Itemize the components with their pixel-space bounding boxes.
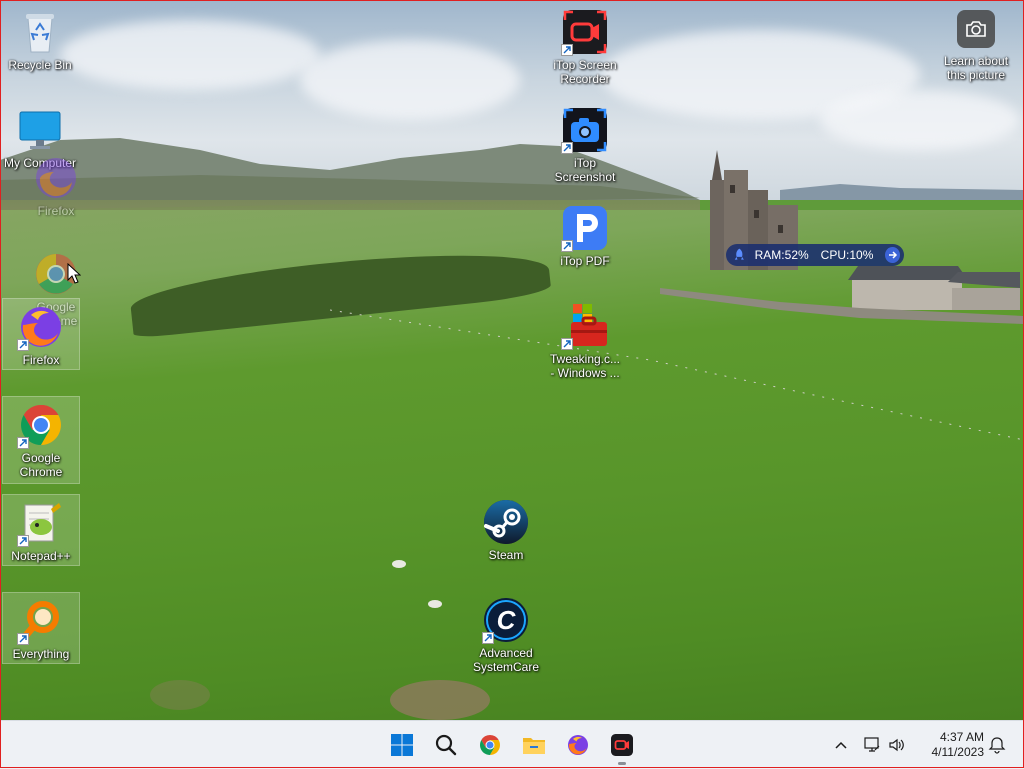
cloud	[60, 20, 320, 90]
screen-recorder-icon	[611, 734, 633, 756]
drag-ghost-firefox: Firefox	[18, 150, 94, 218]
mouse-cursor-icon	[67, 263, 81, 284]
desktop-icon-firefox[interactable]: Firefox	[2, 298, 80, 370]
shortcut-arrow-icon	[17, 535, 29, 547]
drag-ghost-label: Firefox	[37, 204, 75, 218]
running-indicator	[618, 762, 626, 765]
shortcut-arrow-icon	[561, 142, 573, 154]
toolbox-windows-icon	[561, 302, 609, 350]
firefox-icon	[32, 154, 80, 202]
desktop-icon-label: Firefox	[22, 353, 60, 367]
speaker-icon	[889, 738, 904, 752]
everything-search-icon	[17, 597, 65, 645]
search-icon	[435, 734, 457, 756]
taskbar: 4:37 AM 4/11/2023	[0, 720, 1024, 769]
monitor-icon	[16, 106, 64, 154]
chrome-icon	[480, 735, 500, 755]
svg-text:C: C	[497, 605, 517, 635]
widget-expand-button[interactable]	[885, 247, 900, 263]
steam-icon	[482, 498, 530, 546]
sheep	[392, 560, 406, 568]
desktop-icon-steam[interactable]: Steam	[468, 494, 544, 562]
taskbar-clock[interactable]: 4:37 AM 4/11/2023	[912, 730, 985, 760]
ram-cpu-widget[interactable]: RAM:52% CPU:10%	[726, 244, 904, 266]
systemcare-c-icon: C	[482, 596, 530, 644]
shortcut-arrow-icon	[561, 338, 573, 350]
desktop-icon-tweaking[interactable]: Tweaking.c... - Windows ...	[547, 298, 623, 380]
firefox-icon	[17, 303, 65, 351]
camera-icon	[957, 10, 995, 48]
screen-recorder-icon	[561, 8, 609, 56]
volume-button[interactable]	[887, 735, 907, 755]
taskbar-chrome[interactable]	[474, 729, 506, 761]
shortcut-arrow-icon	[17, 633, 29, 645]
start-button[interactable]	[386, 729, 418, 761]
desktop-icon-notepad-pp[interactable]: Notepad++	[2, 494, 80, 566]
ram-usage: RAM:52%	[754, 248, 809, 262]
taskbar-firefox[interactable]	[562, 729, 594, 761]
recycle-bin-icon	[16, 8, 64, 56]
desktop-icon-itop-screenshot[interactable]: iTop Screenshot	[547, 102, 623, 184]
clock-date: 4/11/2023	[931, 745, 985, 759]
fence	[330, 309, 1024, 441]
search-button[interactable]	[430, 729, 462, 761]
shortcut-arrow-icon	[482, 632, 494, 644]
network-button[interactable]	[862, 735, 882, 755]
pdf-p-icon	[561, 204, 609, 252]
shortcut-arrow-icon	[561, 44, 573, 56]
desktop-icon-advanced-systemcare[interactable]: C Advanced SystemCare	[468, 592, 544, 674]
screenshot-camera-icon	[561, 106, 609, 154]
arrow-right-icon	[888, 251, 897, 259]
desktop-icon-label: Steam	[488, 548, 524, 562]
desktop-icon-everything[interactable]: Everything	[2, 592, 80, 664]
desktop-icon-label: Notepad++	[11, 549, 71, 563]
taskbar-file-explorer[interactable]	[518, 729, 550, 761]
shortcut-arrow-icon	[17, 437, 29, 449]
folder-icon	[523, 738, 545, 754]
desktop-icon-label: iTop Screenshot	[554, 156, 616, 184]
desktop-icon-label: Tweaking.c... - Windows ...	[549, 352, 621, 380]
network-icon	[864, 737, 880, 752]
desktop-icon-label: iTop PDF	[560, 254, 610, 268]
desktop-icon-label: Everything	[12, 647, 70, 661]
sheep	[428, 600, 442, 608]
dirt-patch	[150, 680, 210, 710]
desktop-icon-itop-pdf[interactable]: iTop PDF	[547, 200, 623, 268]
clock-time: 4:37 AM	[939, 730, 984, 744]
desktop-icon-label: iTop Screen Recorder	[553, 58, 617, 86]
learn-about-label: Learn about this picture	[943, 54, 1009, 82]
desktop-icon-recycle-bin[interactable]: Recycle Bin	[2, 4, 78, 72]
cloud	[300, 40, 520, 120]
windows-logo-icon	[391, 734, 413, 756]
show-hidden-icons-button[interactable]	[831, 735, 851, 755]
desktop-icon-label: Advanced SystemCare	[472, 646, 540, 674]
notification-bell-icon	[988, 737, 1006, 754]
learn-about-picture[interactable]: Learn about this picture	[940, 10, 1012, 82]
shortcut-arrow-icon	[17, 339, 29, 351]
desktop-icon-google-chrome[interactable]: Google Chrome	[2, 396, 80, 484]
chrome-icon	[17, 401, 65, 449]
desktop-icon-label: Recycle Bin	[8, 58, 72, 72]
desktop-icon-itop-screen-recorder[interactable]: iTop Screen Recorder	[547, 4, 623, 86]
dirt-patch	[390, 680, 490, 720]
shortcut-arrow-icon	[561, 240, 573, 252]
chevron-up-icon	[835, 741, 847, 749]
rocket-icon	[734, 248, 744, 260]
taskbar-itop-screen-recorder[interactable]	[606, 729, 638, 765]
notification-center-button[interactable]	[987, 735, 1007, 755]
notepad-pp-icon	[17, 499, 65, 547]
desktop-icon-label: Google Chrome	[19, 451, 63, 479]
cpu-usage: CPU:10%	[820, 248, 874, 262]
firefox-icon	[568, 735, 588, 755]
